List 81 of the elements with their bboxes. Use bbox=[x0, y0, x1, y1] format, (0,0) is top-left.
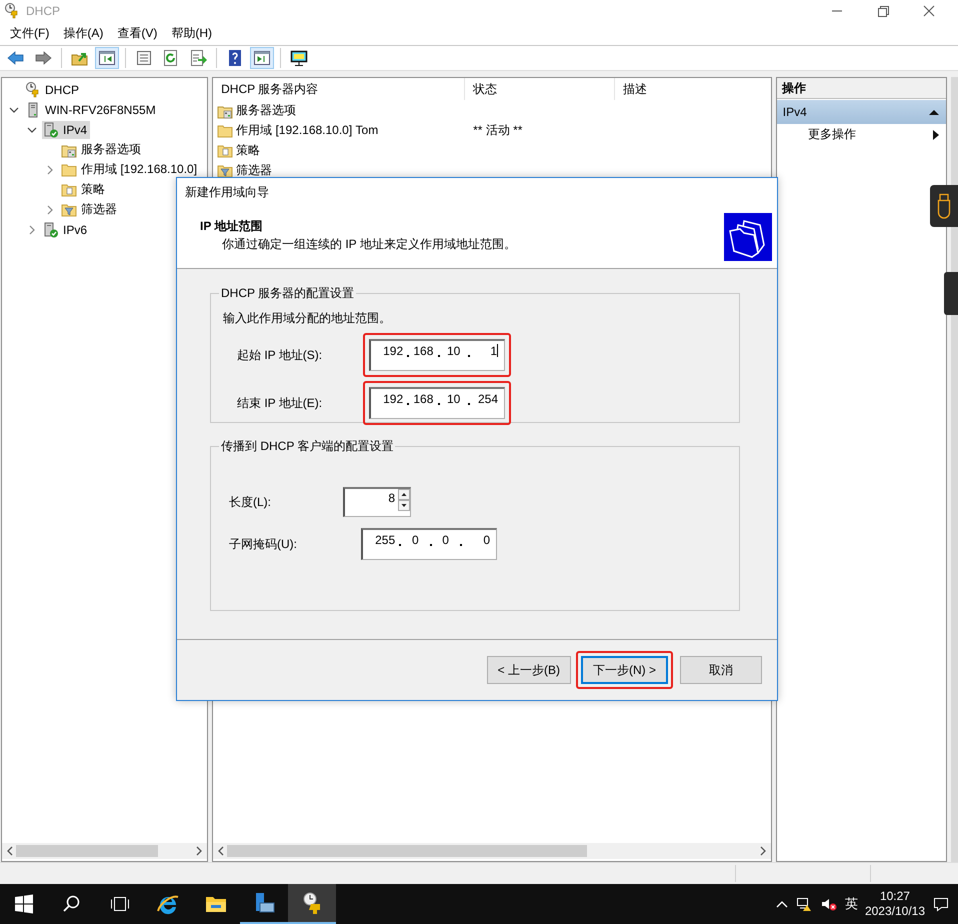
spin-down-icon[interactable] bbox=[398, 500, 410, 511]
field-label: 长度(L): bbox=[228, 494, 272, 510]
menu-item[interactable]: 操作(A) bbox=[57, 22, 110, 44]
dialog-button[interactable]: < 上一步(B) bbox=[486, 656, 571, 684]
usb-widget[interactable] bbox=[930, 185, 958, 227]
ip-address-field[interactable]: 255 0 0 0 bbox=[361, 528, 497, 560]
folder-icon bbox=[217, 122, 234, 139]
tree-item[interactable]: IPv4 bbox=[42, 120, 90, 139]
collapse-icon[interactable] bbox=[928, 108, 940, 116]
network-warning-icon[interactable] bbox=[794, 896, 813, 912]
field-label: 结束 IP 地址(E): bbox=[236, 394, 324, 412]
tree-item[interactable]: IPv6 bbox=[42, 220, 90, 239]
dialog-title: 新建作用域向导 bbox=[177, 178, 777, 206]
submenu-arrow-icon bbox=[932, 128, 940, 141]
folder-icon bbox=[61, 162, 77, 178]
funnel-icon bbox=[217, 162, 234, 179]
window-title: DHCP bbox=[26, 4, 60, 18]
column-header[interactable]: 描述 bbox=[615, 78, 656, 100]
tree-item[interactable]: DHCP bbox=[24, 80, 82, 99]
list-item[interactable]: 服务器选项 bbox=[213, 102, 464, 120]
ip-address-field[interactable]: 192 168 10 1 bbox=[369, 339, 505, 371]
clock[interactable]: 10:27 2023/10/13 bbox=[864, 889, 925, 920]
toolbar-button[interactable] bbox=[250, 46, 274, 69]
document-folder-icon bbox=[217, 142, 234, 159]
tree-item[interactable]: 筛选器 bbox=[60, 200, 120, 220]
clock-figure-icon bbox=[4, 3, 20, 19]
chevron-up-icon[interactable] bbox=[776, 899, 788, 910]
spin-up-icon[interactable] bbox=[398, 489, 410, 500]
input-method-indicator[interactable]: 英 bbox=[844, 895, 858, 914]
scrollbar-thumb[interactable] bbox=[16, 845, 158, 858]
monitor-icon bbox=[290, 48, 308, 67]
dialog-button[interactable]: 下一步(N) > bbox=[581, 656, 668, 684]
server-check-icon bbox=[43, 122, 59, 138]
server-check-icon bbox=[43, 222, 59, 238]
wizard-heading: IP 地址范围 bbox=[200, 218, 264, 234]
refresh-icon bbox=[162, 48, 180, 67]
back-icon bbox=[7, 48, 25, 67]
ip-address-field[interactable]: 192 168 10 254 bbox=[369, 387, 505, 419]
menu-item[interactable]: 帮助(H) bbox=[165, 22, 218, 44]
section-header[interactable]: IPv4 bbox=[776, 100, 946, 124]
list-item[interactable]: 筛选器 bbox=[213, 162, 464, 180]
dialog-button[interactable]: 取消 bbox=[680, 656, 762, 684]
action-item[interactable]: 更多操作 bbox=[776, 124, 946, 146]
toolbar-button[interactable] bbox=[95, 46, 119, 69]
group-title: DHCP 服务器的配置设置 bbox=[220, 285, 356, 302]
scrollbar[interactable] bbox=[213, 843, 771, 860]
field-label: 起始 IP 地址(S): bbox=[236, 346, 324, 364]
usb-drive-icon bbox=[936, 193, 952, 219]
list-item[interactable]: 作用域 [192.168.10.0] Tom bbox=[213, 122, 464, 140]
funnel-icon bbox=[61, 202, 77, 218]
list-item[interactable]: 策略 bbox=[213, 142, 464, 160]
pane-heading: 操作 bbox=[776, 78, 946, 99]
tree-item[interactable]: 服务器选项 bbox=[60, 140, 144, 160]
panel-toggle-icon bbox=[98, 48, 116, 67]
scrollbar[interactable] bbox=[2, 843, 208, 860]
table-cell-text: ** 活动 ** bbox=[472, 122, 522, 140]
group-title: 传播到 DHCP 客户端的配置设置 bbox=[220, 438, 394, 455]
column-header[interactable]: DHCP 服务器内容 bbox=[213, 78, 466, 100]
sheet-icon bbox=[135, 48, 153, 67]
instruction-text: 输入此作用域分配的地址范围。 bbox=[223, 310, 392, 327]
menu-item[interactable]: 查看(V) bbox=[111, 22, 164, 44]
wizard-description: 你通过确定一组连续的 IP 地址来定义作用域地址范围。 bbox=[221, 236, 516, 252]
tree-item[interactable]: WIN-RFV26F8N55M bbox=[24, 100, 159, 119]
field-label: 子网掩码(U): bbox=[228, 536, 298, 552]
clock-figure-icon bbox=[25, 82, 41, 98]
spin-box[interactable]: 8 bbox=[343, 487, 411, 517]
side-handle[interactable] bbox=[944, 272, 958, 315]
export-icon bbox=[189, 48, 207, 67]
taskbar-button[interactable] bbox=[288, 884, 336, 924]
help-icon bbox=[226, 48, 244, 67]
column-header[interactable]: 状态 bbox=[465, 78, 616, 100]
notification-icon[interactable] bbox=[932, 895, 950, 914]
menu-item[interactable]: 文件(F) bbox=[4, 22, 56, 44]
tree-item[interactable]: 作用域 [192.168.10.0] bbox=[60, 160, 200, 180]
forward-icon bbox=[34, 48, 52, 67]
scrollbar-thumb[interactable] bbox=[227, 845, 588, 858]
document-folder-icon bbox=[61, 182, 77, 198]
speaker-muted-icon[interactable] bbox=[820, 896, 838, 912]
tree-item[interactable]: 策略 bbox=[60, 180, 108, 200]
panel-toggle-icon bbox=[253, 48, 271, 67]
folders-icon bbox=[724, 213, 772, 261]
